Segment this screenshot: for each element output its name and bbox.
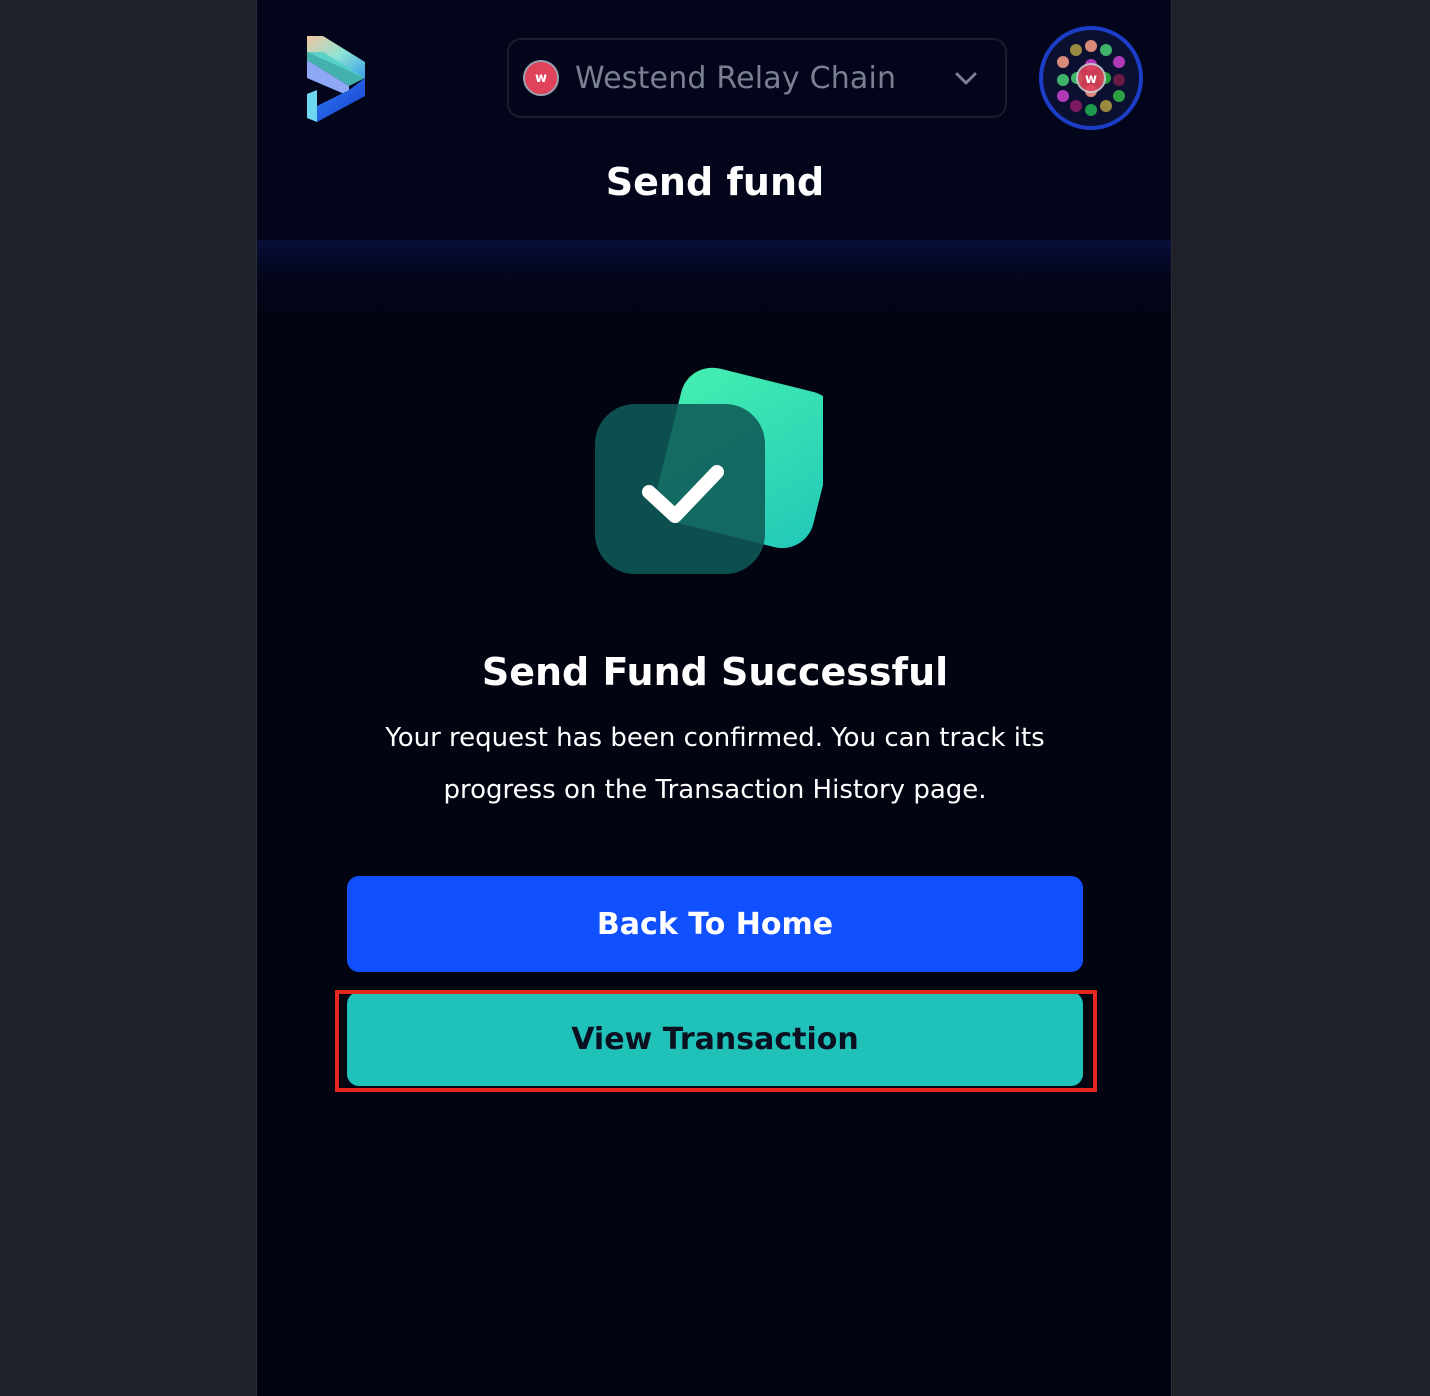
subwallet-logo-icon[interactable] — [303, 34, 367, 124]
westend-network-logo: w — [523, 60, 559, 96]
result-message: Your request has been confirmed. You can… — [385, 723, 1045, 805]
network-name: Westend Relay Chain — [575, 60, 897, 96]
svg-text:w: w — [1085, 72, 1097, 87]
chevron-down-icon — [955, 72, 977, 85]
account-avatar-icon[interactable]: w — [1039, 26, 1143, 130]
network-selector[interactable]: w Westend Relay Chain — [507, 38, 1007, 118]
success-check-icon — [595, 367, 823, 574]
header-glow — [257, 240, 1171, 330]
result-heading: Send Fund Successful — [481, 650, 949, 694]
page-title: Send fund — [605, 160, 825, 204]
header — [257, 0, 1171, 240]
identicon-icon: w — [1057, 40, 1125, 116]
send-fund-screen: w Westend Relay Chain w Send fund Send F… — [256, 0, 1172, 1396]
back-to-home-button[interactable]: Back To Home — [347, 876, 1083, 972]
view-transaction-button[interactable]: View Transaction — [347, 992, 1083, 1086]
